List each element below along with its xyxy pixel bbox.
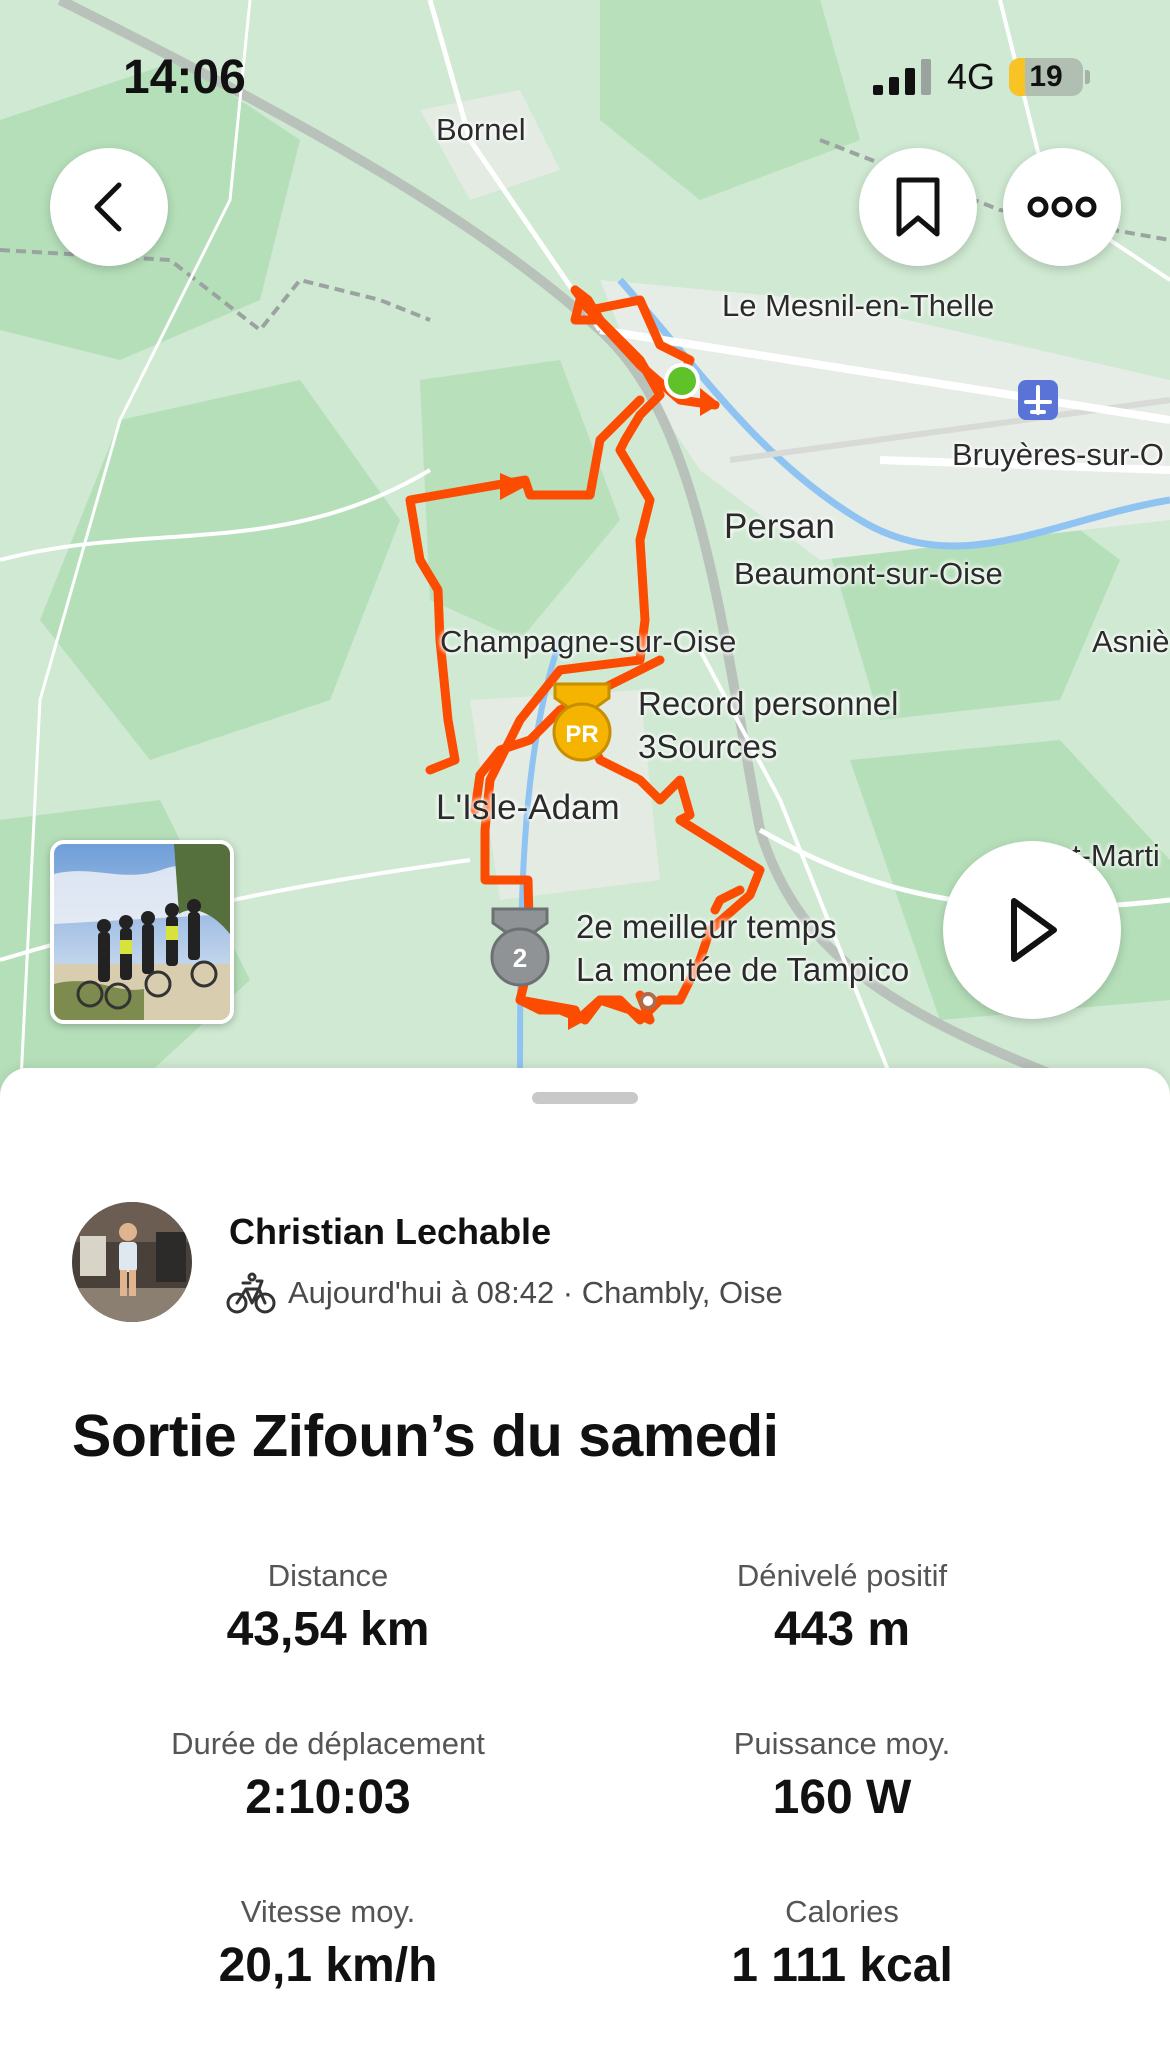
place-label: Persan <box>724 507 835 546</box>
pr-achievement-label: Record personnel 3Sources <box>638 682 899 768</box>
place-label: Bruyères-sur-O <box>952 437 1164 472</box>
stat-value: 1 111 kcal <box>731 1939 953 1992</box>
stat-label: Puissance moy. <box>733 1726 951 1761</box>
pr-segment-name: 3Sources <box>638 728 778 765</box>
finish-marker <box>639 992 657 1010</box>
activity-date-location: Aujourd'hui à 08:42 · Chambly, Oise <box>288 1275 783 1310</box>
status-time: 14:06 <box>123 51 246 104</box>
bookmark-icon <box>896 177 940 237</box>
place-label: Le Mesnil-en-Thelle <box>722 288 995 323</box>
activity-title: Sortie Zifoun’s du samedi <box>72 1403 779 1469</box>
activity-details-sheet[interactable]: Christian Lechable Aujourd'hui à 08:42 ·… <box>0 1068 1170 2054</box>
stat-value: 160 W <box>772 1771 912 1824</box>
stat-label: Dénivelé positif <box>736 1558 948 1593</box>
stat-calories: Calories 1 111 kcal <box>582 1892 1102 1996</box>
stat-value: 2:10:03 <box>245 1771 411 1824</box>
second-best-segment-name: La montée de Tampico <box>576 951 910 988</box>
pr-achievement-title: Record personnel <box>638 685 899 722</box>
place-label: Asniè <box>1092 624 1170 659</box>
athlete-avatar-image <box>72 1202 192 1322</box>
chevron-left-icon <box>94 182 122 232</box>
stat-label: Durée de déplacement <box>171 1726 485 1761</box>
activity-map[interactable]: Bornel Le Mesnil-en-Thelle Bruyères-sur-… <box>0 0 1170 1100</box>
sheet-drag-handle[interactable] <box>532 1092 638 1104</box>
play-icon <box>1011 898 1057 962</box>
place-label: L'Isle-Adam <box>436 788 620 827</box>
stat-distance: Distance 43,54 km <box>68 1556 588 1660</box>
stat-value: 443 m <box>773 1603 911 1656</box>
stat-elevation: Dénivelé positif 443 m <box>582 1556 1102 1660</box>
group-photo-image <box>54 844 230 1020</box>
stat-label: Vitesse moy. <box>240 1894 416 1929</box>
more-dots-icon <box>1027 196 1097 218</box>
activity-photo-thumbnail[interactable] <box>50 840 234 1024</box>
stat-value: 43,54 km <box>226 1603 430 1656</box>
stat-moving-time: Durée de déplacement 2:10:03 <box>68 1724 588 1828</box>
signal-icon <box>872 59 931 95</box>
battery-tip <box>1085 70 1090 84</box>
battery-level: 19 <box>1029 60 1063 93</box>
stat-speed: Vitesse moy. 20,1 km/h <box>68 1892 588 1996</box>
place-label: Bornel <box>436 112 526 147</box>
save-route-button[interactable] <box>859 148 977 266</box>
second-best-title: 2e meilleur temps <box>576 908 837 945</box>
more-options-button[interactable] <box>1003 148 1121 266</box>
activity-meta: Aujourd'hui à 08:42 · Chambly, Oise <box>226 1271 783 1315</box>
stat-label: Distance <box>267 1558 389 1593</box>
second-best-achievement-label: 2e meilleur temps La montée de Tampico <box>576 905 909 991</box>
battery-icon: 19 <box>1009 58 1083 96</box>
flyover-play-button[interactable] <box>943 841 1121 1019</box>
place-label: Beaumont-sur-Oise <box>734 556 1003 591</box>
network-type: 4G <box>946 56 995 97</box>
status-indicators: 4G 19 <box>872 56 1090 98</box>
avatar[interactable] <box>72 1202 192 1322</box>
stat-power: Puissance moy. 160 W <box>582 1724 1102 1828</box>
athlete-name[interactable]: Christian Lechable <box>229 1211 551 1253</box>
stat-label: Calories <box>785 1894 899 1929</box>
back-button[interactable] <box>50 148 168 266</box>
bike-icon <box>226 1272 276 1314</box>
stat-value: 20,1 km/h <box>218 1939 438 1992</box>
start-marker <box>664 363 700 399</box>
silver-medal-icon[interactable]: 2 <box>485 905 555 989</box>
place-label: Champagne-sur-Oise <box>440 624 737 659</box>
pr-medal-icon[interactable]: PR <box>547 680 617 764</box>
svg-text:2: 2 <box>513 943 527 973</box>
svg-text:PR: PR <box>565 721 598 748</box>
